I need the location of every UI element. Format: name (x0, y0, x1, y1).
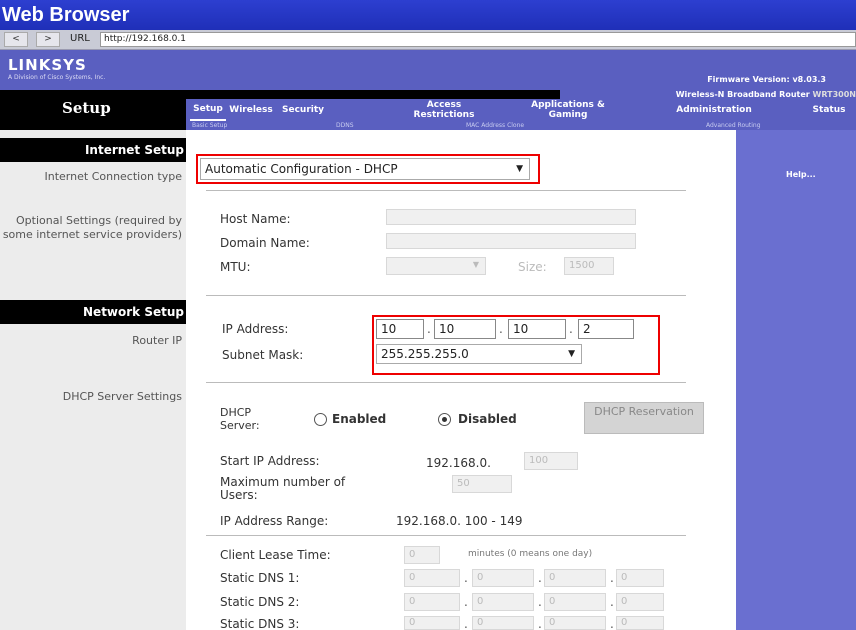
internet-setup-heading: Internet Setup (0, 138, 186, 162)
subtab-basic-setup[interactable]: Basic Setup (192, 121, 227, 130)
highlight-connection-type (196, 154, 540, 184)
tab-setup[interactable]: Setup (190, 99, 226, 121)
static-dns-2-octet-1[interactable]: 0 (404, 593, 460, 611)
tab-security[interactable]: Security (278, 99, 328, 121)
static-dns-2-octet-2[interactable]: 0 (472, 593, 534, 611)
firmware-version: Firmware Version: v8.03.3 (707, 75, 826, 84)
start-ip-prefix: 192.168.0. (426, 456, 491, 470)
subtab-ddns[interactable]: DDNS (336, 121, 354, 130)
start-ip-input[interactable]: 100 (524, 452, 578, 470)
mtu-select[interactable]: ▼ (386, 257, 486, 275)
static-dns-1-octet-3[interactable]: 0 (544, 569, 606, 587)
dhcp-enabled-label: Enabled (332, 412, 387, 426)
logo-subtitle: A Division of Cisco Systems, Inc. (8, 74, 106, 81)
static-dns-2-label: Static DNS 2: (220, 595, 300, 609)
ip-address-label: IP Address: (222, 322, 289, 336)
window-title: Web Browser (0, 0, 856, 30)
dhcp-enabled-radio[interactable] (314, 413, 327, 426)
subtab-bar: Basic Setup DDNS MAC Address Clone Advan… (186, 121, 856, 130)
subtab-mac-address-clone[interactable]: MAC Address Clone (466, 121, 524, 130)
dns-dot: . (610, 595, 614, 609)
dhcp-server-label: DHCP Server: (220, 406, 260, 432)
dns-dot: . (464, 617, 468, 630)
start-ip-label: Start IP Address: (220, 454, 320, 468)
static-dns-3-octet-1[interactable]: 0 (404, 616, 460, 630)
dns-dot: . (538, 571, 542, 585)
router-ip-label: Router IP (132, 334, 182, 347)
max-users-label: Maximum number of Users: (220, 475, 346, 502)
forward-button[interactable]: > (36, 32, 60, 47)
network-setup-heading: Network Setup (0, 300, 186, 324)
main-panel: Automatic Configuration - DHCP ▼ Host Na… (186, 130, 736, 630)
mtu-size-input[interactable]: 1500 (564, 257, 614, 275)
lease-time-input[interactable]: 0 (404, 546, 440, 564)
ip-range-label: IP Address Range: (220, 514, 329, 528)
domain-name-label: Domain Name: (220, 236, 310, 250)
mtu-label: MTU: (220, 260, 251, 274)
back-button[interactable]: < (4, 32, 28, 47)
lease-time-label: Client Lease Time: (220, 548, 331, 562)
router-header: LINKSYS A Division of Cisco Systems, Inc… (0, 50, 856, 90)
static-dns-3-label: Static DNS 3: (220, 617, 300, 630)
chevron-down-icon: ▼ (472, 260, 479, 269)
dns-dot: . (538, 617, 542, 630)
static-dns-3-octet-3[interactable]: 0 (544, 616, 606, 630)
tab-bar: Setup Wireless Security Access Restricti… (186, 99, 856, 121)
connection-type-label: Internet Connection type (44, 170, 182, 183)
divider (206, 190, 686, 191)
product-bar: Wireless-N Broadband Router WRT300N (560, 90, 856, 99)
dhcp-server-settings-label: DHCP Server Settings (62, 390, 182, 403)
static-dns-3-octet-2[interactable]: 0 (472, 616, 534, 630)
static-dns-2-octet-4[interactable]: 0 (616, 593, 664, 611)
subtab-advanced-routing[interactable]: Advanced Routing (706, 121, 761, 130)
url-label: URL (70, 33, 90, 44)
linksys-logo: LINKSYS (8, 56, 87, 74)
dhcp-disabled-label: Disabled (458, 412, 517, 426)
dns-dot: . (538, 595, 542, 609)
dns-dot: . (464, 571, 468, 585)
left-column: Internet Setup Internet Connection type … (0, 130, 186, 630)
dhcp-disabled-radio[interactable] (438, 413, 451, 426)
size-label: Size: (518, 260, 547, 274)
divider (206, 382, 686, 383)
ip-range-value: 192.168.0. 100 - 149 (396, 514, 523, 528)
product-title: Wireless-N Broadband Router (675, 90, 810, 99)
tab-applications-gaming[interactable]: Applications & Gaming (524, 99, 612, 121)
static-dns-1-octet-4[interactable]: 0 (616, 569, 664, 587)
url-bar: < > URL http://192.168.0.1 (0, 30, 856, 50)
help-column: Help... (736, 130, 856, 630)
subnet-mask-label: Subnet Mask: (222, 348, 304, 362)
static-dns-3-octet-4[interactable]: 0 (616, 616, 664, 630)
dns-dot: . (610, 571, 614, 585)
highlight-router-ip (372, 315, 660, 375)
static-dns-1-label: Static DNS 1: (220, 571, 300, 585)
main-nav: Setup Wireless-N Broadband Router WRT300… (0, 90, 856, 130)
optional-settings-label: Optional Settings (required by some inte… (2, 214, 182, 241)
static-dns-1-octet-2[interactable]: 0 (472, 569, 534, 587)
domain-name-input[interactable] (386, 233, 636, 249)
host-name-input[interactable] (386, 209, 636, 225)
divider (206, 295, 686, 296)
static-dns-1-octet-1[interactable]: 0 (404, 569, 460, 587)
divider (206, 535, 686, 536)
static-dns-2-octet-3[interactable]: 0 (544, 593, 606, 611)
url-input[interactable]: http://192.168.0.1 (100, 32, 856, 47)
help-link[interactable]: Help... (786, 170, 816, 179)
host-name-label: Host Name: (220, 212, 291, 226)
max-users-input[interactable]: 50 (452, 475, 512, 493)
tab-wireless[interactable]: Wireless (228, 99, 274, 121)
tab-access-restrictions[interactable]: Access Restrictions (408, 99, 480, 121)
product-name: Wireless-N Broadband Router WRT300N (676, 90, 856, 99)
section-title: Setup (62, 99, 111, 117)
model-number: WRT300N (812, 90, 856, 99)
tab-administration[interactable]: Administration (666, 99, 762, 121)
lease-time-hint: minutes (0 means one day) (468, 549, 593, 559)
dhcp-reservation-button[interactable]: DHCP Reservation (584, 402, 704, 434)
tab-status[interactable]: Status (806, 99, 852, 121)
dns-dot: . (610, 617, 614, 630)
dns-dot: . (464, 595, 468, 609)
